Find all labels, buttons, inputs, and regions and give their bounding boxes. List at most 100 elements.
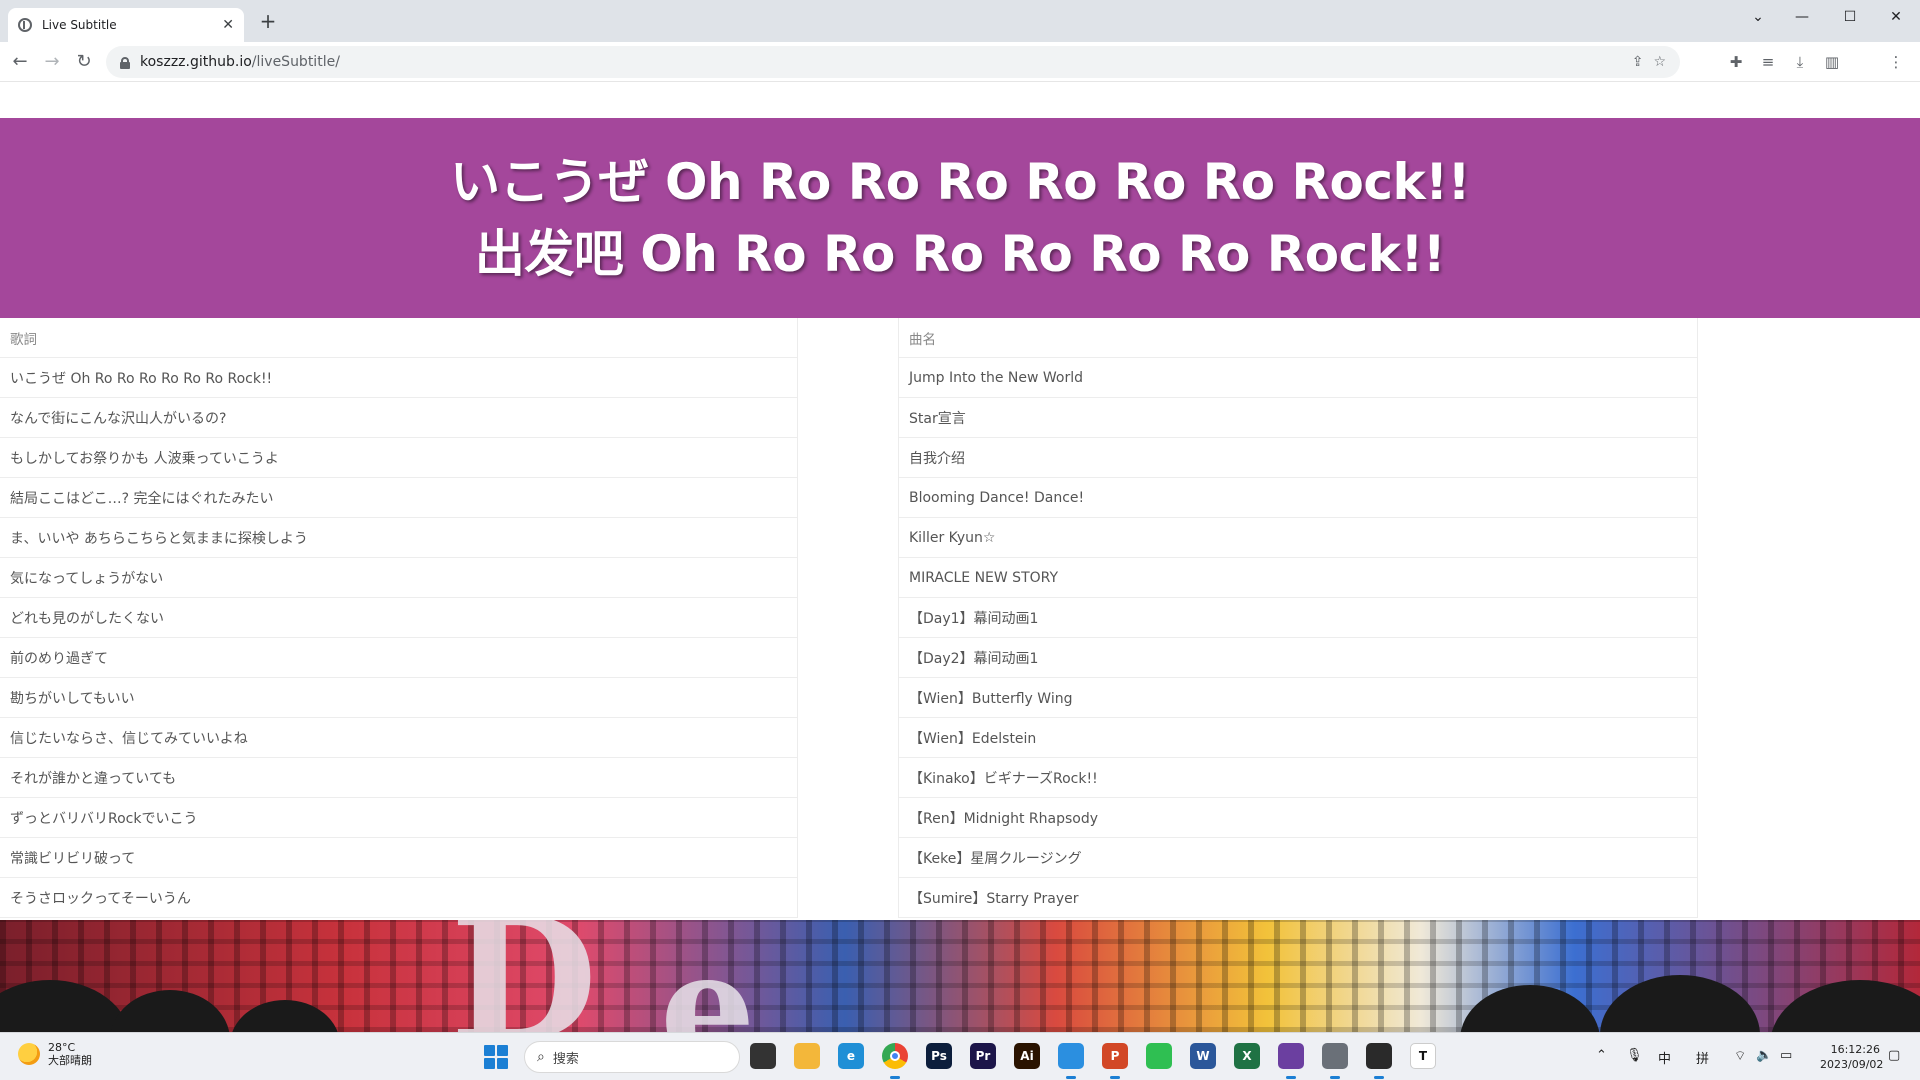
microphone-icon[interactable]: 🎙 [1626,1048,1643,1063]
excel-app-icon[interactable]: X [1234,1043,1260,1069]
song-row[interactable]: Jump Into the New World [899,358,1697,398]
song-row[interactable]: MIRACLE NEW STORY [899,558,1697,598]
url-domain: koszzz.github.io [140,54,252,70]
vscode-app-icon[interactable] [1058,1043,1084,1069]
ime-mode-indicator[interactable]: 拼 [1696,1048,1709,1067]
lyric-row[interactable]: もしかしてお祭りかも 人波乗っていこうよ [0,438,797,478]
clock-time: 16:12:26 [1830,1043,1880,1056]
minimize-button[interactable]: — [1780,4,1824,30]
browser-toolbar: ← → ↻ koszzz.github.io/liveSubtitle/ ⇪ ☆… [0,42,1920,82]
lyrics-table: 歌詞 いこうぜ Oh Ro Ro Ro Ro Ro Ro Rock!! なんで街… [0,318,798,918]
lyric-row[interactable]: それが誰かと違っていても [0,758,797,798]
back-icon[interactable]: ← [8,50,32,74]
search-placeholder: 搜索 [552,1051,579,1067]
app-running-indicator [1286,1076,1296,1079]
settings-app-icon[interactable] [1322,1043,1348,1069]
backdrop-letter-d: D [450,920,598,1032]
file-explorer-app-icon[interactable] [794,1043,820,1069]
tab-search-icon[interactable]: ⌄ [1736,4,1780,30]
taskbar-search-box[interactable]: ⌕ 搜索 [524,1041,740,1073]
lyric-row[interactable]: なんで街にこんな沢山人がいるの? [0,398,797,438]
song-row[interactable]: 【Sumire】Starry Prayer [899,878,1697,918]
song-row[interactable]: 自我介绍 [899,438,1697,478]
song-row[interactable]: 【Kinako】ビギナーズRock!! [899,758,1697,798]
powerpoint-app-icon[interactable]: P [1102,1043,1128,1069]
photoshop-app-label: Ps [931,1049,947,1063]
lyric-row[interactable]: どれも見のがしたくない [0,598,797,638]
close-window-button[interactable]: ✕ [1874,4,1918,30]
lyric-row[interactable]: 結局ここはどこ…? 完全にはぐれたみたい [0,478,797,518]
song-row[interactable]: 【Ren】Midnight Rhapsody [899,798,1697,838]
song-row[interactable]: 【Wien】Edelstein [899,718,1697,758]
song-row[interactable]: Star宣言 [899,398,1697,438]
notification-icon[interactable]: ▢ [1888,1048,1900,1063]
backdrop-letter-e: e [660,920,756,1032]
system-clock[interactable]: 16:12:26 2023/09/02 [1820,1042,1884,1072]
reload-icon[interactable]: ↻ [72,50,96,74]
audience-silhouette [1600,975,1760,1032]
audience-silhouette [230,1000,340,1032]
weather-widget[interactable]: 28°C 大部晴朗 [18,1041,92,1067]
bookmark-star-icon[interactable]: ☆ [1653,54,1666,70]
song-row[interactable]: 【Day2】幕间动画1 [899,638,1697,678]
close-tab-icon[interactable]: ✕ [222,17,234,33]
song-row[interactable]: 【Keke】星屑クルージング [899,838,1697,878]
lyric-row[interactable]: 前のめり過ぎて [0,638,797,678]
tab-live-subtitle[interactable]: Live Subtitle ✕ [8,8,244,42]
wifi-icon[interactable]: ⌔ [1734,1048,1746,1064]
lyric-row[interactable]: そうさロックってそーいうん [0,878,797,918]
lyric-row[interactable]: 常識ビリビリ破って [0,838,797,878]
lyric-row[interactable]: 信じたいならさ、信じてみていいよね [0,718,797,758]
app-circle-app-icon[interactable] [1366,1043,1392,1069]
show-hidden-icons-chevron-icon[interactable]: ⌃ [1596,1048,1607,1063]
lyric-row[interactable]: ずっとバリバリRockでいこう [0,798,797,838]
extensions-puzzle-icon[interactable]: ✚ [1724,50,1748,74]
lock-icon[interactable] [120,56,130,69]
share-icon[interactable]: ⇪ [1632,54,1644,70]
premiere-app-icon[interactable]: Pr [970,1043,996,1069]
wechat-app-icon[interactable] [1146,1043,1172,1069]
song-row[interactable]: Blooming Dance! Dance! [899,478,1697,518]
edge-app-icon[interactable]: e [838,1043,864,1069]
clock-date: 2023/09/02 [1820,1058,1884,1071]
photoshop-app-icon[interactable]: Ps [926,1043,952,1069]
subtitle-banner: いこうぜ Oh Ro Ro Ro Ro Ro Ro Rock!! 出发吧 Oh … [0,118,1920,318]
task-view-app-icon[interactable] [750,1043,776,1069]
windows-start-icon[interactable] [484,1045,508,1069]
typora-app-label: T [1418,1049,1428,1063]
weather-description: 大部晴朗 [48,1054,92,1067]
obs-like-app-icon[interactable] [1278,1043,1304,1069]
background-video-frame: D e [0,920,1920,1032]
weather-temperature: 28°C [48,1041,76,1054]
word-app-icon[interactable]: W [1190,1043,1216,1069]
ime-language-indicator[interactable]: 中 [1658,1048,1671,1067]
app-running-indicator [1066,1076,1076,1079]
browser-menu-icon[interactable]: ⋮ [1884,50,1908,74]
sun-weather-icon [18,1043,40,1065]
illustrator-app-label: Ai [1020,1049,1034,1063]
url-text[interactable]: koszzz.github.io/liveSubtitle/ [140,54,1622,70]
new-tab-button[interactable]: + [256,10,280,34]
lyric-row[interactable]: いこうぜ Oh Ro Ro Ro Ro Ro Ro Rock!! [0,358,797,398]
typora-app-icon[interactable]: T [1410,1043,1436,1069]
volume-icon[interactable]: 🔈 [1756,1048,1772,1063]
word-app-label: W [1196,1049,1210,1063]
maximize-button[interactable]: ☐ [1828,4,1872,30]
subtitle-line-original: いこうぜ Oh Ro Ro Ro Ro Ro Ro Rock!! [450,153,1470,211]
lyric-row[interactable]: ま、いいや あちらこちらと気ままに探検しよう [0,518,797,558]
media-control-icon[interactable]: ≡ [1756,50,1780,74]
app-running-indicator [890,1076,900,1079]
lyric-row[interactable]: 勘ちがいしてもいい [0,678,797,718]
address-bar[interactable]: koszzz.github.io/liveSubtitle/ ⇪ ☆ [106,46,1680,78]
illustrator-app-icon[interactable]: Ai [1014,1043,1040,1069]
song-row[interactable]: Killer Kyun☆ [899,518,1697,558]
chrome-app-icon[interactable] [882,1043,908,1069]
download-icon[interactable]: ⤓ [1788,50,1812,74]
forward-icon[interactable]: → [40,50,64,74]
battery-icon[interactable]: ▭ [1780,1048,1792,1063]
song-row[interactable]: 【Wien】Butterfly Wing [899,678,1697,718]
lyric-row[interactable]: 気になってしょうがない [0,558,797,598]
lyrics-header: 歌詞 [0,318,797,358]
side-panel-icon[interactable]: ▥ [1820,50,1844,74]
song-row[interactable]: 【Day1】幕间动画1 [899,598,1697,638]
